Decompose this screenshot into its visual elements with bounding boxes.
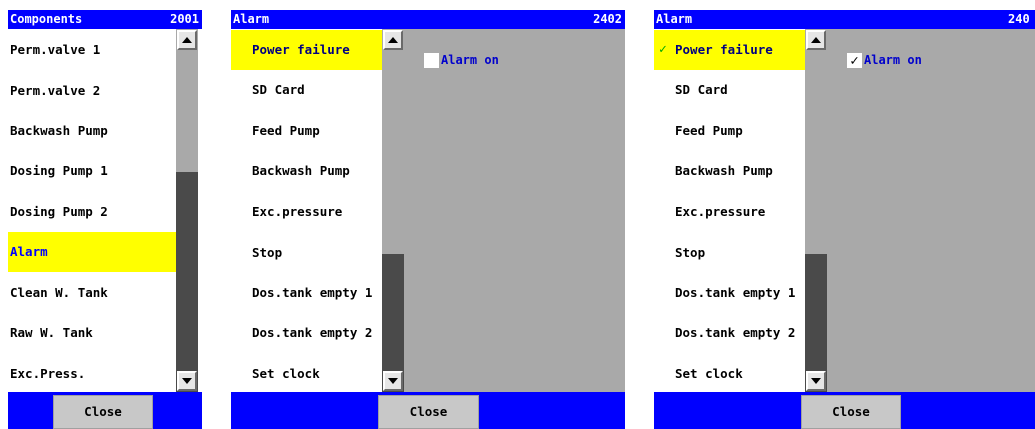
- check-icon: ✓: [659, 42, 667, 57]
- checkbox-box[interactable]: [424, 52, 439, 68]
- list-item[interactable]: Set clock: [654, 354, 806, 394]
- scroll-down-icon[interactable]: [177, 371, 197, 391]
- list-item[interactable]: Feed Pump: [654, 111, 806, 151]
- list-item[interactable]: Exc.pressure: [231, 192, 383, 232]
- close-button[interactable]: Close: [378, 395, 479, 429]
- scrollbar[interactable]: [805, 29, 827, 392]
- components-list: Perm.valve 1 Perm.valve 2 Backwash Pump …: [8, 29, 178, 392]
- list-item[interactable]: Dos.tank empty 1: [654, 273, 806, 313]
- list-item[interactable]: Feed Pump: [231, 111, 383, 151]
- panel-title: Alarm: [656, 12, 693, 26]
- title-bar: Alarm 2402: [231, 10, 625, 29]
- list-item[interactable]: Backwash Pump: [654, 151, 806, 191]
- close-button[interactable]: Close: [53, 395, 153, 429]
- detail-area: Alarm on: [404, 29, 625, 392]
- list-item[interactable]: Dos.tank empty 2: [231, 313, 383, 353]
- list-item-label: Power failure: [675, 42, 773, 57]
- components-panel: Components 2001 Perm.valve 1 Perm.valve …: [8, 10, 202, 429]
- scroll-down-icon[interactable]: [383, 371, 403, 391]
- scrollbar[interactable]: [176, 29, 198, 392]
- list-item[interactable]: Backwash Pump: [8, 111, 178, 151]
- title-bar: Components 2001: [8, 10, 202, 29]
- scroll-up-icon[interactable]: [177, 30, 197, 50]
- list-item[interactable]: Exc.pressure: [654, 192, 806, 232]
- alarm-on-checkbox[interactable]: Alarm on: [424, 52, 499, 68]
- title-bar: Alarm 240: [654, 10, 1035, 29]
- checkbox-label: Alarm on: [441, 53, 499, 67]
- alarm-list: Power failure SD Card Feed Pump Backwash…: [231, 29, 383, 392]
- panel-title: Alarm: [233, 12, 270, 26]
- list-item[interactable]: Perm.valve 2: [8, 71, 178, 111]
- list-item-selected[interactable]: Alarm: [8, 232, 178, 272]
- screen-code: 2001: [170, 12, 199, 26]
- scroll-up-icon[interactable]: [806, 30, 826, 50]
- detail-area: ✓ Alarm on: [827, 29, 1035, 392]
- list-item[interactable]: SD Card: [654, 70, 806, 110]
- list-item-selected[interactable]: Power failure: [231, 30, 383, 70]
- scrollbar-track[interactable]: [176, 172, 198, 392]
- list-item[interactable]: Raw W. Tank: [8, 313, 178, 353]
- bottom-bar: Close: [8, 392, 202, 429]
- scrollbar[interactable]: [382, 29, 404, 392]
- list-item[interactable]: SD Card: [231, 70, 383, 110]
- list-item[interactable]: Exc.Press.: [8, 354, 178, 394]
- checkbox-label: Alarm on: [864, 53, 922, 67]
- list-item[interactable]: Dos.tank empty 2: [654, 313, 806, 353]
- alarm-list: ✓ Power failure SD Card Feed Pump Backwa…: [654, 29, 806, 392]
- bottom-bar: Close: [231, 392, 625, 429]
- screen-code: 2402: [593, 12, 622, 26]
- list-item[interactable]: Stop: [231, 233, 383, 273]
- scroll-down-icon[interactable]: [806, 371, 826, 391]
- list-item[interactable]: Perm.valve 1: [8, 30, 178, 70]
- alarm-panel-checked: Alarm 240 ✓ Power failure SD Card Feed P…: [654, 10, 1035, 429]
- list-item[interactable]: Clean W. Tank: [8, 273, 178, 313]
- screen-code: 240: [1008, 12, 1030, 26]
- bottom-bar: Close: [654, 392, 1035, 429]
- checkbox-checked-icon[interactable]: ✓: [847, 52, 862, 68]
- scroll-up-icon[interactable]: [383, 30, 403, 50]
- list-item[interactable]: Dosing Pump 2: [8, 192, 178, 232]
- alarm-panel: Alarm 2402 Power failure SD Card Feed Pu…: [231, 10, 625, 429]
- list-item[interactable]: Dosing Pump 1: [8, 151, 178, 191]
- close-button[interactable]: Close: [801, 395, 901, 429]
- panel-title: Components: [10, 12, 83, 26]
- list-item[interactable]: Stop: [654, 233, 806, 273]
- list-item-selected[interactable]: ✓ Power failure: [654, 30, 806, 70]
- list-item[interactable]: Dos.tank empty 1: [231, 273, 383, 313]
- alarm-on-checkbox[interactable]: ✓ Alarm on: [847, 52, 922, 68]
- list-item[interactable]: Set clock: [231, 354, 383, 394]
- list-item[interactable]: Backwash Pump: [231, 151, 383, 191]
